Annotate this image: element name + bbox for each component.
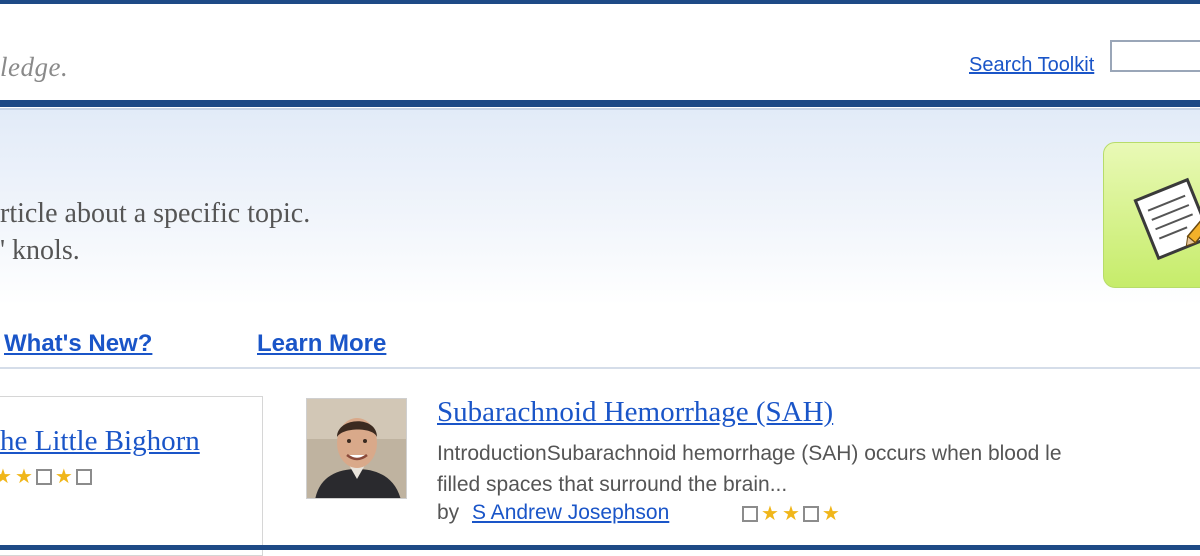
rating-empty-box-icon [742,506,758,522]
rating-left: ★ ★ ★ [0,467,92,487]
site-tagline: ledge. [0,52,69,82]
rating-star-icon: ★ [781,503,800,525]
rating-star-icon: ★ [821,503,840,525]
rating-empty-box-icon [75,469,92,485]
banner-text-line-1: rticle about a specific topic. [0,198,311,229]
search-toolkit-link[interactable]: Search Toolkit [969,54,1094,77]
nav-divider [0,367,1200,369]
learn-more-link[interactable]: Learn More [257,330,386,358]
header-divider [0,100,1200,107]
search-input[interactable] [1110,40,1200,72]
rating-star-icon: ★ [0,466,12,488]
author-photo-image [307,399,406,498]
write-knol-button[interactable] [1103,142,1200,288]
banner-text-line-2: ' knols. [0,235,80,266]
whats-new-link[interactable]: What's New? [4,330,152,358]
featured-knol-title[interactable]: Subarachnoid Hemorrhage (SAH) [437,396,833,429]
rating-star-icon: ★ [14,466,33,488]
rating-star-icon: ★ [761,503,779,525]
rating-right: ★ ★ ★ [742,504,840,524]
notepad-pencil-icon [1133,177,1200,261]
author-photo[interactable] [306,398,407,499]
snippet-line-2: filled spaces that surround the brain... [437,473,788,496]
featured-knol-snippet: IntroductionSubarachnoid hemorrhage (SAH… [437,438,1200,500]
author-link[interactable]: S Andrew Josephson [472,501,669,525]
bottom-border [0,545,1200,550]
rating-star-icon: ★ [54,466,73,488]
site-header: ledge. Search Toolkit [0,4,1200,100]
intro-banner: rticle about a specific topic. ' knols. [0,110,1200,305]
featured-knol-left-title[interactable]: he Little Bighorn [0,425,200,458]
rating-empty-box-icon [35,469,52,485]
byline-label: by [437,501,460,524]
rating-empty-box-icon [802,506,819,522]
snippet-line-1: IntroductionSubarachnoid hemorrhage (SAH… [437,442,1062,465]
